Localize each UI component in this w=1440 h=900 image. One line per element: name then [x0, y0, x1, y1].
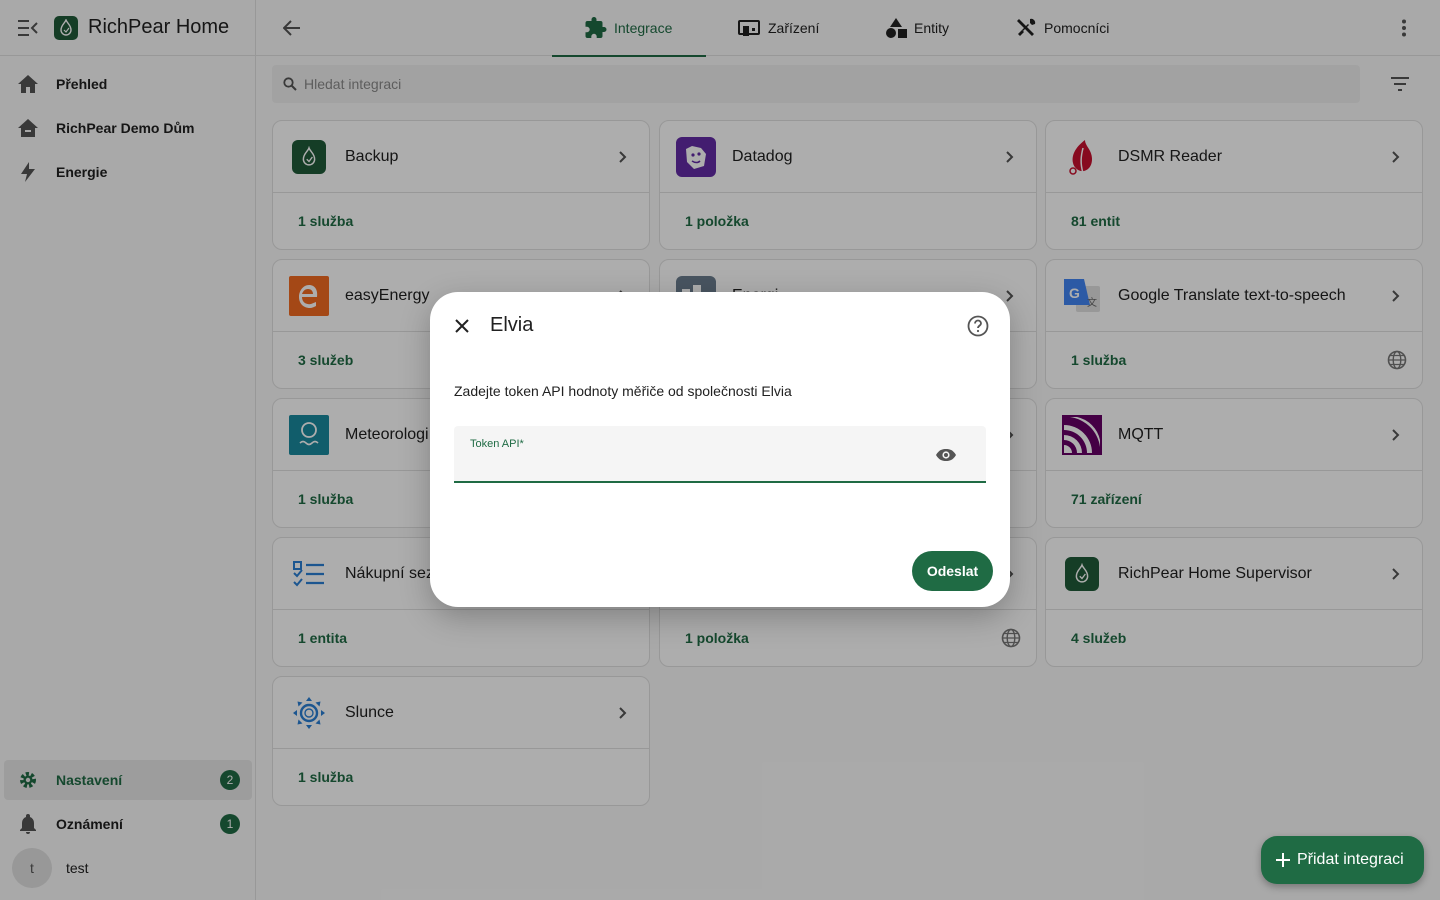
dialog-description: Zadejte token API hodnoty měřiče od spol…: [454, 383, 792, 399]
show-password-eye-icon[interactable]: [934, 443, 958, 467]
dialog-title: Elvia: [490, 314, 534, 336]
config-flow-dialog: Elvia Zadejte token API hodnoty měřiče o…: [430, 292, 1010, 607]
submit-button[interactable]: Odeslat: [912, 551, 993, 591]
api-token-field: Token API*: [454, 426, 986, 483]
close-icon[interactable]: [450, 314, 474, 338]
api-token-input[interactable]: [470, 452, 910, 476]
api-token-label: Token API*: [470, 438, 524, 450]
add-integration-label: Přidat integraci: [1297, 851, 1404, 868]
add-integration-button[interactable]: Přidat integraci: [1261, 836, 1424, 884]
help-icon[interactable]: [966, 314, 990, 338]
plus-icon: [1273, 850, 1293, 870]
